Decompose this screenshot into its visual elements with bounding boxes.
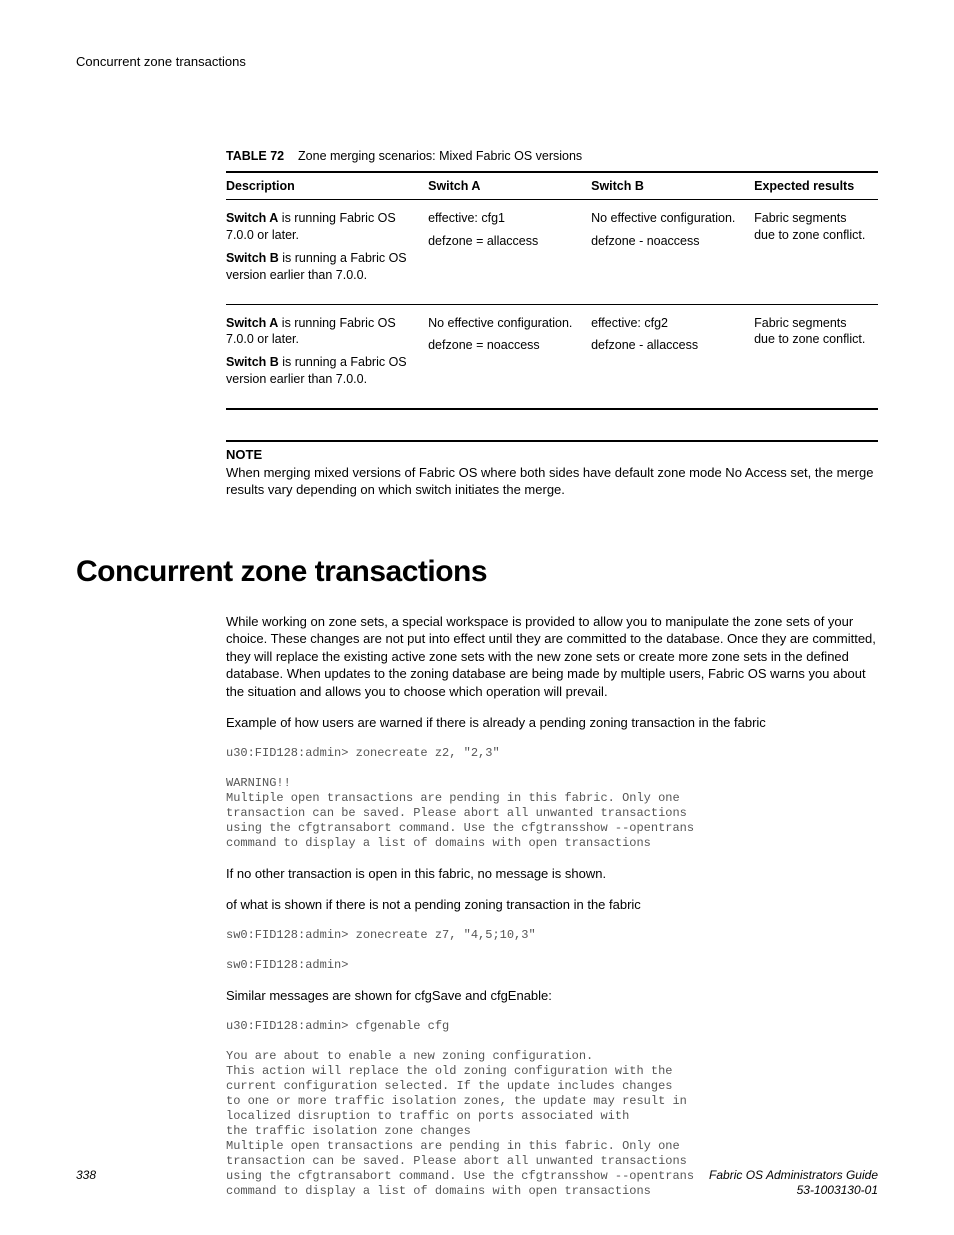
cell-text: defzone - noaccess xyxy=(591,233,746,250)
desc-bold: Switch B xyxy=(226,251,279,265)
cell-text: effective: cfg1 xyxy=(428,210,583,227)
zone-merge-table: Description Switch A Switch B Expected r… xyxy=(226,171,878,410)
note-text: When merging mixed versions of Fabric OS… xyxy=(226,464,878,499)
th-description: Description xyxy=(226,172,428,200)
doc-number: 53-1003130-01 xyxy=(797,1183,878,1197)
desc-bold: Switch A xyxy=(226,316,278,330)
body-paragraph: Similar messages are shown for cfgSave a… xyxy=(226,987,878,1005)
page-number: 338 xyxy=(76,1168,96,1182)
th-switch-b: Switch B xyxy=(591,172,754,200)
desc-bold: Switch A xyxy=(226,211,278,225)
page-footer: 338 Fabric OS Administrators Guide 53-10… xyxy=(76,1168,878,1199)
cell-text: defzone - allaccess xyxy=(591,337,746,354)
th-switch-a: Switch A xyxy=(428,172,591,200)
body-paragraph: of what is shown if there is not a pendi… xyxy=(226,896,878,914)
code-block: u30:FID128:admin> zonecreate z2, "2,3" W… xyxy=(226,746,878,851)
table-caption: TABLE 72 Zone merging scenarios: Mixed F… xyxy=(226,149,878,163)
cell-text: Fabric segments due to zone conflict. xyxy=(754,304,878,409)
running-header: Concurrent zone transactions xyxy=(76,54,878,69)
code-block: sw0:FID128:admin> zonecreate z7, "4,5;10… xyxy=(226,928,878,973)
section-title: Concurrent zone transactions xyxy=(76,555,878,589)
body-paragraph: While working on zone sets, a special wo… xyxy=(226,613,878,701)
cell-text: No effective configuration. xyxy=(591,210,746,227)
cell-text: No effective configuration. xyxy=(428,315,583,332)
table-caption-text: Zone merging scenarios: Mixed Fabric OS … xyxy=(298,149,582,163)
body-paragraph: Example of how users are warned if there… xyxy=(226,714,878,732)
th-expected: Expected results xyxy=(754,172,878,200)
cell-text: effective: cfg2 xyxy=(591,315,746,332)
desc-bold: Switch B xyxy=(226,355,279,369)
note-box: NOTE When merging mixed versions of Fabr… xyxy=(226,440,878,499)
cell-text: defzone = allaccess xyxy=(428,233,583,250)
note-label: NOTE xyxy=(226,446,878,464)
body-paragraph: If no other transaction is open in this … xyxy=(226,865,878,883)
table-row: Switch A is running Fabric OS 7.0.0 or l… xyxy=(226,200,878,305)
table-row: Switch A is running Fabric OS 7.0.0 or l… xyxy=(226,304,878,409)
cell-text: Fabric segments due to zone conflict. xyxy=(754,200,878,305)
doc-title: Fabric OS Administrators Guide xyxy=(709,1168,878,1182)
cell-text: defzone = noaccess xyxy=(428,337,583,354)
table-caption-label: TABLE 72 xyxy=(226,149,284,163)
